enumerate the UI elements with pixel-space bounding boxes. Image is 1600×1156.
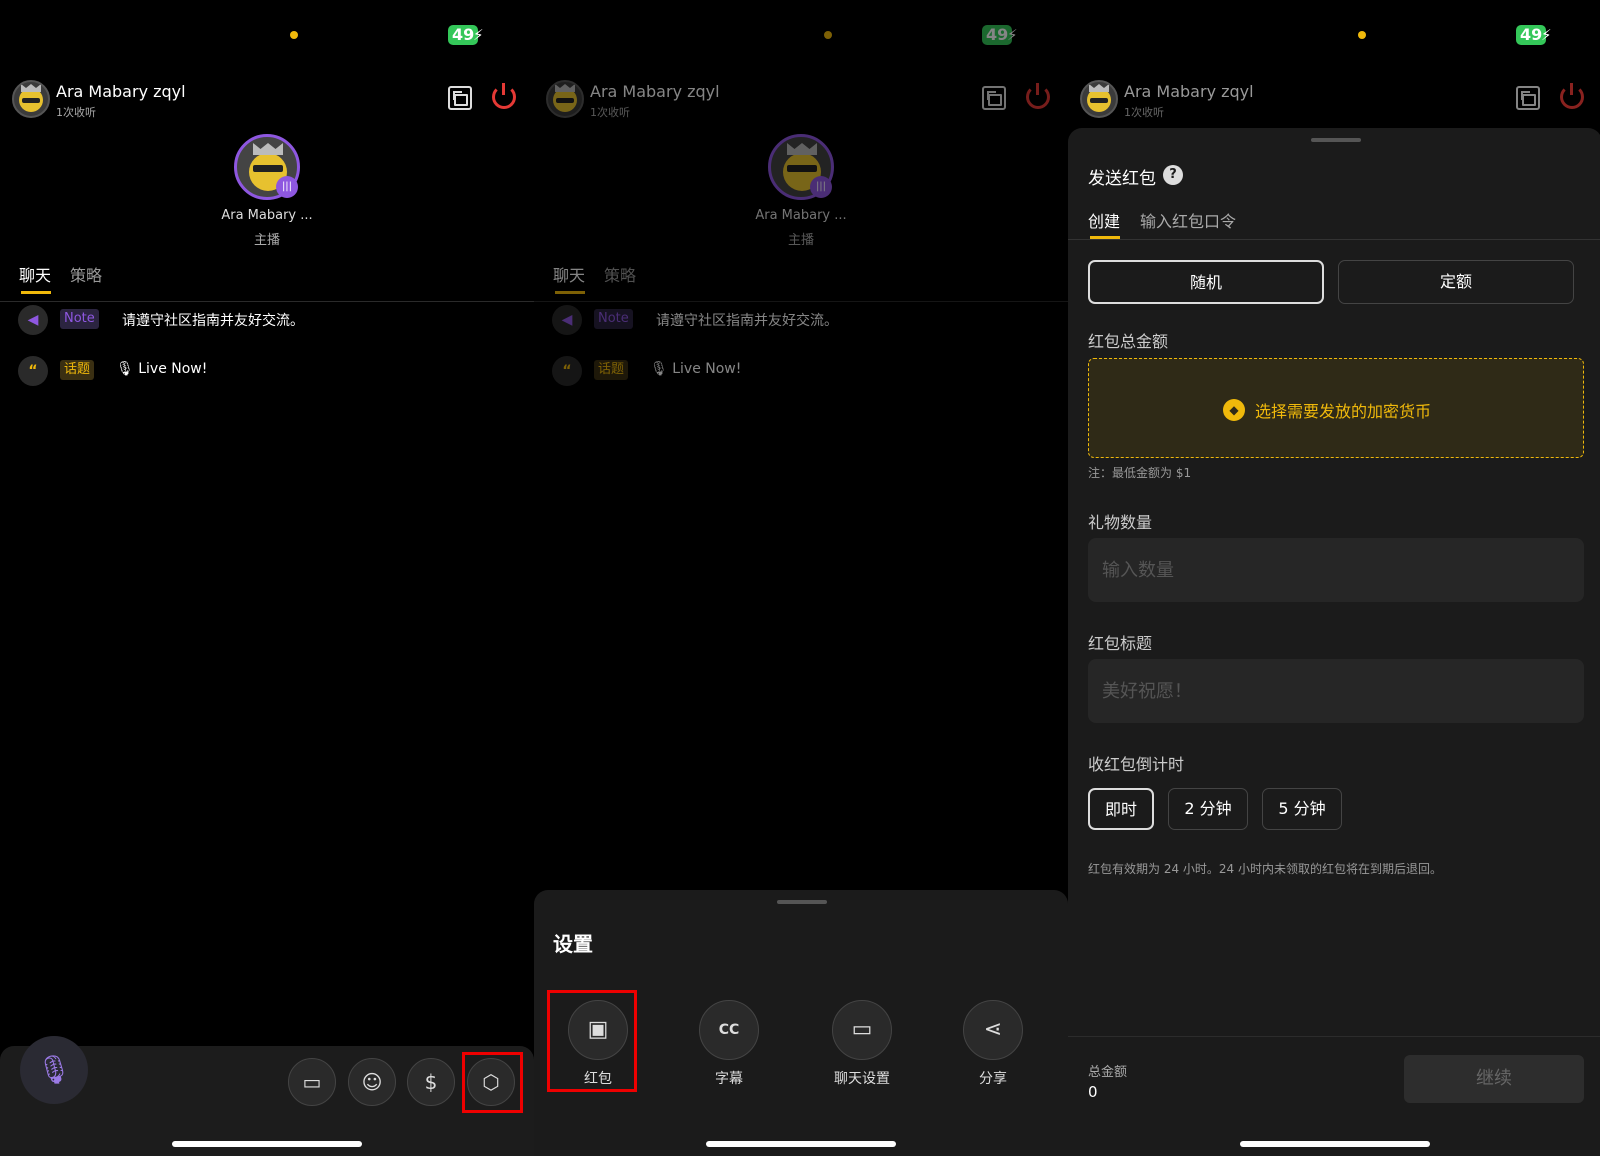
room-header: Ara Mabary zqyl 1次收听 (12, 78, 522, 122)
megaphone-icon: ◀ (18, 305, 48, 335)
list-item: “ 话题 🎙 Live Now! (18, 356, 518, 388)
speaker-name: Ara Mabary ... (221, 208, 313, 223)
message-text: 请遵守社区指南并友好交流。 (122, 313, 304, 329)
gift-count-label: 礼物数量 (1088, 513, 1153, 532)
expiry-note: 红包有效期为 24 小时。24 小时内未领取的红包将在到期后退回。 (1088, 862, 1442, 876)
host-name: Ara Mabary zqyl (56, 82, 186, 101)
host-name: Ara Mabary zqyl (1124, 82, 1254, 101)
microphone-button[interactable]: 🎙 (20, 1036, 88, 1104)
minimize-window-icon[interactable] (1516, 86, 1540, 110)
sheet-grabber[interactable] (1311, 138, 1361, 142)
red-packet-sheet: 发送红包 ? 创建 输入红包口令 随机 定额 红包总金额 ◆ 选择需要发放的加密… (1068, 128, 1600, 1156)
speaker-card[interactable]: Ara Mabary ... 主播 (197, 134, 337, 248)
settings-sheet-panel: 49 ⚡ Ara Mabary zqyl 1次收听 Ara Mabary ...… (534, 0, 1068, 1156)
power-icon[interactable] (1560, 83, 1584, 109)
countdown-label: 收红包倒计时 (1088, 755, 1185, 774)
sheet-footer: 总金额 0 继续 (1068, 1036, 1600, 1156)
captions-button[interactable]: CC 字幕 (684, 1000, 774, 1088)
select-crypto-button[interactable]: ◆ 选择需要发放的加密货币 (1088, 358, 1584, 458)
tab-chat[interactable]: 聊天 (19, 262, 51, 286)
total-amount-label: 红包总金额 (1088, 332, 1169, 351)
fixed-mode-button[interactable]: 定额 (1338, 260, 1574, 304)
red-packet-panel: 49 ⚡ Ara Mabary zqyl 1次收听 发送红包 ? 创建 输入红包… (1068, 0, 1600, 1156)
tab-strategy[interactable]: 策略 (70, 262, 102, 286)
power-icon[interactable] (492, 83, 516, 109)
captions-label: 字幕 (715, 1071, 743, 1087)
countdown-2-min[interactable]: 2 分钟 (1168, 788, 1248, 830)
charging-icon: ⚡ (473, 26, 484, 44)
chat-settings-icon: ▭ (832, 1000, 892, 1060)
footer-total-label: 总金额 (1088, 1065, 1128, 1080)
room-tabs: 聊天 策略 (0, 258, 534, 302)
minimize-window-icon[interactable] (448, 86, 472, 110)
chat-settings-label: 聊天设置 (834, 1071, 890, 1087)
highlight-box (462, 1052, 523, 1113)
message-text: 🎙 Live Now! (116, 361, 208, 377)
tip-dollar-icon[interactable]: $ (407, 1058, 455, 1106)
min-amount-note: 注：最低金额为 $1 (1088, 466, 1192, 480)
countdown-5-min[interactable]: 5 分钟 (1262, 788, 1342, 830)
active-tab-indicator (1090, 236, 1120, 239)
note-tag: Note (60, 309, 99, 329)
coin-icon: ◆ (1223, 399, 1245, 421)
home-indicator (1240, 1141, 1430, 1147)
red-packet-tabs: 创建 输入红包口令 (1068, 206, 1600, 240)
quote-icon: “ (18, 356, 48, 386)
select-crypto-label: 选择需要发放的加密货币 (1255, 402, 1432, 421)
packet-title-input[interactable] (1088, 659, 1584, 723)
random-mode-button[interactable]: 随机 (1088, 260, 1324, 304)
share-icon: ⋖ (963, 1000, 1023, 1060)
sheet-title: 设置 (553, 932, 593, 956)
share-button[interactable]: ⋖ 分享 (948, 1000, 1038, 1088)
home-indicator (706, 1141, 896, 1147)
help-icon[interactable]: ? (1163, 165, 1183, 185)
tab-enter-code[interactable]: 输入红包口令 (1140, 208, 1236, 232)
listen-count: 1次收听 (56, 106, 96, 119)
footer-total-value: 0 (1088, 1083, 1098, 1101)
listen-count: 1次收听 (1124, 106, 1164, 119)
list-item: ◀ Note 请遵守社区指南并友好交流。 (18, 305, 518, 337)
sheet-title: 发送红包 (1088, 169, 1156, 189)
status-dot (290, 31, 298, 39)
active-tab-indicator (21, 291, 51, 294)
chat-bubble-icon[interactable]: ▭ (288, 1058, 336, 1106)
chat-settings-button[interactable]: ▭ 聊天设置 (817, 1000, 907, 1088)
speaking-wave-icon: ||| (276, 176, 298, 198)
gift-count-input[interactable] (1088, 538, 1584, 602)
highlight-box (547, 990, 637, 1092)
speaker-role: 主播 (253, 233, 280, 248)
bottom-toolbar: 🎙 ▭ ☺ $ ⬡ (0, 1036, 534, 1156)
topic-tag: 话题 (60, 360, 95, 380)
cc-icon: CC (699, 1000, 759, 1060)
participants-icon[interactable]: ☺ (348, 1058, 396, 1106)
host-avatar[interactable] (12, 80, 50, 118)
countdown-instant[interactable]: 即时 (1088, 788, 1154, 830)
host-avatar[interactable] (1080, 80, 1118, 118)
continue-button[interactable]: 继续 (1404, 1055, 1584, 1103)
live-room-panel: 49 ⚡ Ara Mabary zqyl 1次收听 Ara Mabary ...… (0, 0, 534, 1156)
share-label: 分享 (979, 1071, 1007, 1087)
room-header: Ara Mabary zqyl 1次收听 (1080, 78, 1590, 122)
tab-create[interactable]: 创建 (1088, 208, 1120, 232)
packet-title-label: 红包标题 (1088, 634, 1153, 653)
charging-icon: ⚡ (1541, 26, 1552, 44)
status-dot (1358, 31, 1366, 39)
sheet-grabber[interactable] (777, 900, 827, 904)
home-indicator (172, 1141, 362, 1147)
